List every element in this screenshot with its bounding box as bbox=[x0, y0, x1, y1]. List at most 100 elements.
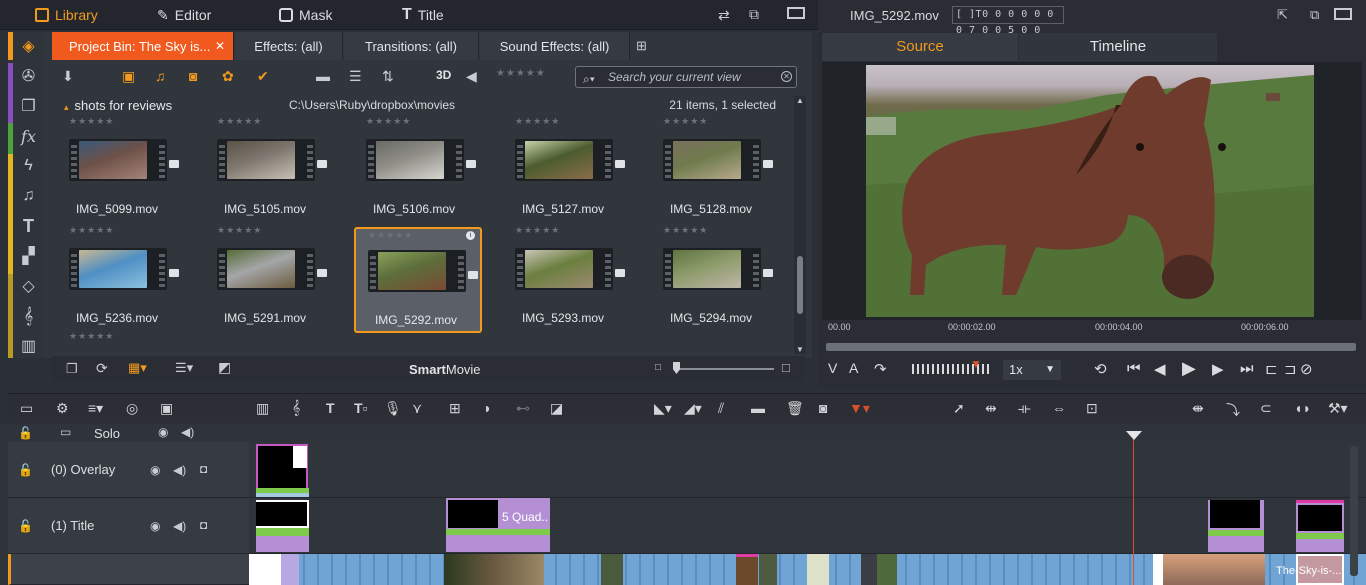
trim-tool-icon[interactable]: ⇹ bbox=[985, 400, 997, 417]
solo-label[interactable]: Solo bbox=[94, 426, 120, 441]
music-icon[interactable]: ♫ bbox=[13, 182, 44, 210]
track-lane-overlay[interactable] bbox=[249, 442, 1366, 498]
screen-icon[interactable]: ◘ bbox=[200, 518, 207, 532]
media-tile[interactable]: ★★★★★ IMG_5294.mov bbox=[651, 225, 779, 333]
tab-effects[interactable]: Effects: (all) bbox=[235, 32, 343, 60]
mark-in-icon[interactable]: ⊏ bbox=[1265, 360, 1278, 378]
split-icon[interactable]: ⫽ bbox=[718, 400, 724, 417]
thumbnail-size-slider[interactable] bbox=[674, 368, 774, 370]
sort-icon[interactable]: ⇅ bbox=[382, 68, 394, 85]
title-clip[interactable] bbox=[1296, 500, 1344, 552]
info-icon[interactable]: i bbox=[466, 231, 475, 240]
folder-icon[interactable] bbox=[169, 160, 179, 168]
preview-ruler[interactable]: 00.00 00:00:02.00 00:00:04.00 00:00:06.0… bbox=[822, 320, 1362, 342]
project-filter-icon[interactable]: ✿ bbox=[222, 68, 234, 85]
media-tile[interactable]: ★★★★★ IMG_5099.mov bbox=[57, 116, 185, 224]
video-toggle-icon[interactable]: V bbox=[828, 360, 837, 376]
audio-toggle-icon[interactable]: A bbox=[849, 360, 858, 376]
title-tool-icon[interactable]: T bbox=[326, 400, 335, 416]
mark-out-icon[interactable]: ⊐ bbox=[1284, 360, 1297, 378]
rating-stars[interactable]: ★★★★★ bbox=[69, 225, 114, 236]
motion-title-icon[interactable]: T▫ bbox=[354, 400, 368, 416]
marker-right-icon[interactable]: ◢▾ bbox=[684, 400, 702, 417]
close-tab-icon[interactable]: ✕ bbox=[215, 39, 225, 53]
folder-icon[interactable] bbox=[615, 160, 625, 168]
editor-mode-button[interactable]: ✎ Editor bbox=[157, 0, 211, 30]
maximize-icon[interactable] bbox=[787, 7, 805, 19]
slip-tool-icon[interactable]: ⟛ bbox=[1018, 400, 1031, 417]
rating-stars[interactable]: ★★★★★ bbox=[368, 230, 413, 241]
timeline-clip[interactable] bbox=[249, 554, 281, 585]
track-lane-video[interactable]: The-Sky-is-... bbox=[249, 554, 1366, 585]
transitions-icon[interactable]: ϟ bbox=[13, 152, 44, 180]
refresh-icon[interactable]: ⟳ bbox=[96, 360, 108, 377]
rating-filter-stars[interactable]: ★★★★★ bbox=[496, 68, 546, 79]
screen-icon[interactable]: ▭ bbox=[60, 425, 71, 439]
title-clip[interactable] bbox=[1208, 500, 1264, 552]
playhead[interactable] bbox=[1133, 437, 1134, 585]
screen-icon[interactable]: ◘ bbox=[200, 462, 207, 476]
playhead-handle[interactable] bbox=[1126, 431, 1142, 440]
play-icon[interactable]: ▶ bbox=[1182, 358, 1196, 379]
scrollbar-thumb[interactable] bbox=[797, 256, 803, 314]
clear-marks-icon[interactable]: ⊘ bbox=[1300, 360, 1313, 378]
rating-stars[interactable]: ★★★★★ bbox=[663, 225, 708, 236]
jump-icon[interactable]: ↷ bbox=[874, 360, 887, 378]
video-clip[interactable] bbox=[1153, 554, 1265, 585]
3d-filter-button[interactable]: 3D bbox=[436, 68, 451, 82]
voice-over-icon[interactable]: 🎙 bbox=[384, 400, 402, 417]
checked-filter-icon[interactable]: ✔ bbox=[257, 68, 269, 85]
folder-icon[interactable] bbox=[763, 269, 773, 277]
tag-icon[interactable]: ◀ bbox=[466, 68, 477, 85]
audio-scrub-icon[interactable]: ◖◗ bbox=[1294, 400, 1311, 416]
speaker-icon[interactable]: ◀) bbox=[173, 519, 186, 533]
marker-left-icon[interactable]: ◣▾ bbox=[654, 400, 672, 417]
clear-search-icon[interactable]: ✕ bbox=[781, 71, 792, 82]
folder-icon[interactable] bbox=[317, 269, 327, 277]
rating-stars[interactable]: ★★★★★ bbox=[515, 116, 560, 127]
tab-sound-effects[interactable]: Sound Effects: (all) bbox=[480, 32, 630, 60]
audio-mixer-icon[interactable]: ▥ bbox=[256, 400, 269, 417]
add-tab-icon[interactable]: ⊞ bbox=[636, 38, 647, 54]
razor-icon[interactable]: ▬ bbox=[751, 400, 765, 416]
lock-icon[interactable]: 🔓 bbox=[18, 426, 33, 440]
collection-title[interactable]: shots for reviews bbox=[64, 98, 173, 113]
video-filter-icon[interactable]: ▣ bbox=[122, 68, 135, 85]
media-tile[interactable]: ★★★★★ IMG_5236.mov bbox=[57, 225, 185, 333]
folder-icon[interactable] bbox=[468, 271, 478, 279]
layers-icon[interactable]: ◇ bbox=[13, 272, 44, 300]
film-reel-icon[interactable]: ✇ bbox=[13, 62, 44, 90]
loop-icon[interactable]: ⟲ bbox=[1094, 360, 1107, 378]
tab-project-bin[interactable]: Project Bin: The Sky is... ✕ bbox=[52, 32, 234, 60]
library-mode-button[interactable]: Library bbox=[35, 0, 98, 30]
library-scrollbar[interactable]: ▲ ▼ bbox=[794, 96, 806, 354]
folder-icon[interactable]: ▬ bbox=[316, 68, 330, 84]
go-to-start-icon[interactable]: ⏮ bbox=[1127, 360, 1141, 377]
mask-mode-button[interactable]: Mask bbox=[279, 0, 332, 30]
detach-icon[interactable]: ⧉ bbox=[749, 6, 759, 23]
color-grading-icon[interactable]: ◑ bbox=[482, 400, 490, 416]
smartmovie-button[interactable]: SmartMovie bbox=[409, 362, 481, 377]
effects-fx-icon[interactable]: fx bbox=[13, 122, 44, 150]
project-bin-icon[interactable]: ◈ bbox=[13, 32, 44, 60]
collections-stack-icon[interactable]: ❐ bbox=[66, 361, 78, 377]
folder-icon[interactable] bbox=[615, 269, 625, 277]
media-tile[interactable]: ★★★★★ IMG_5106.mov bbox=[354, 116, 482, 224]
slider-handle[interactable] bbox=[673, 362, 680, 374]
tab-timeline[interactable]: Timeline bbox=[1019, 33, 1217, 61]
tab-transitions[interactable]: Transitions: (all) bbox=[344, 32, 479, 60]
media-tile[interactable]: ★★★★★ IMG_5127.mov bbox=[503, 116, 631, 224]
title-mode-button[interactable]: T Title bbox=[402, 0, 444, 30]
rating-stars[interactable]: ★★★★★ bbox=[515, 225, 560, 236]
grid-view-icon[interactable]: ▦▾ bbox=[128, 360, 147, 376]
collections-icon[interactable]: ❐ bbox=[13, 92, 44, 120]
step-back-icon[interactable]: ◀ bbox=[1154, 360, 1166, 378]
montage-icon[interactable]: ▞ bbox=[13, 242, 44, 270]
camera-icon[interactable]: ◙ bbox=[819, 400, 827, 416]
rating-stars[interactable]: ★★★★★ bbox=[69, 331, 114, 342]
video-clip[interactable] bbox=[444, 554, 544, 585]
rating-stars[interactable]: ★★★★★ bbox=[663, 116, 708, 127]
tag-manager-icon[interactable]: ◩ bbox=[218, 359, 231, 376]
multicam-icon[interactable]: ⊞ bbox=[449, 400, 461, 417]
track-options-icon[interactable]: ≡▾ bbox=[88, 400, 103, 417]
